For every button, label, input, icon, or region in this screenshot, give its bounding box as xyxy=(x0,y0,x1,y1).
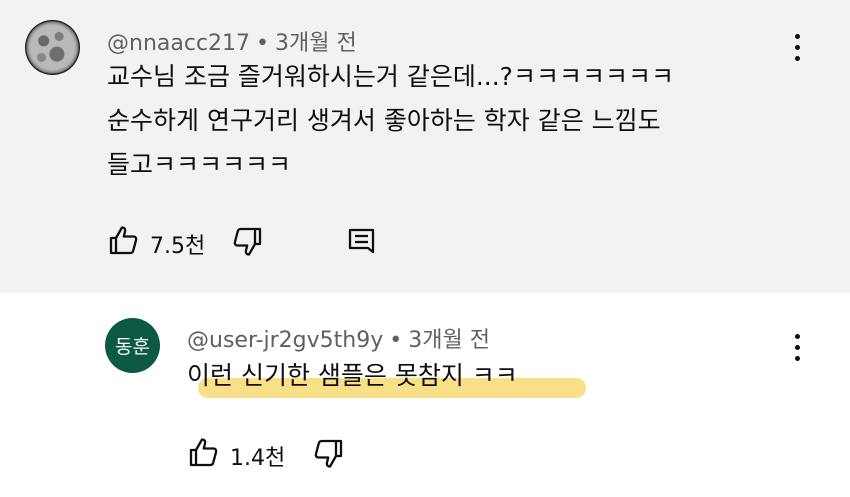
meta-separator: • xyxy=(389,328,403,353)
reply-meta: @user-jr2gv5th9y • 3개월 전 xyxy=(187,322,490,354)
reply-text: 이런 신기한 샘플은 못참지 ㅋㅋ xyxy=(187,361,518,390)
comment-time[interactable]: 3개월 전 xyxy=(275,31,357,56)
like-count: 1.4천 xyxy=(230,446,286,471)
more-vert-icon[interactable] xyxy=(790,31,804,65)
thumb-up-icon[interactable] xyxy=(107,224,139,256)
more-vert-icon[interactable] xyxy=(790,331,804,365)
like-count: 7.5천 xyxy=(150,234,206,259)
comment-text: 교수님 조금 즐거워하시는거 같은데...?ㅋㅋㅋㅋㅋㅋㅋ 순수하게 연구거리 … xyxy=(107,62,674,179)
thumb-up-icon[interactable] xyxy=(187,436,219,468)
meta-separator: • xyxy=(256,31,270,56)
comment-meta: @nnaacc217 • 3개월 전 xyxy=(107,25,357,57)
comment-card-1: @nnaacc217 • 3개월 전 교수님 조금 즐거워하시는거 같은데...?ㅋ… xyxy=(0,0,850,293)
author-name[interactable]: @nnaacc217 xyxy=(107,31,250,56)
moon-avatar[interactable] xyxy=(25,20,80,75)
text-avatar[interactable]: 동훈 xyxy=(105,318,160,373)
reply-comment-icon[interactable] xyxy=(346,226,378,258)
author-name[interactable]: @user-jr2gv5th9y xyxy=(187,328,383,353)
comment-time[interactable]: 3개월 전 xyxy=(408,328,490,353)
thumb-down-icon[interactable] xyxy=(232,226,264,258)
thumb-down-icon[interactable] xyxy=(313,438,345,470)
